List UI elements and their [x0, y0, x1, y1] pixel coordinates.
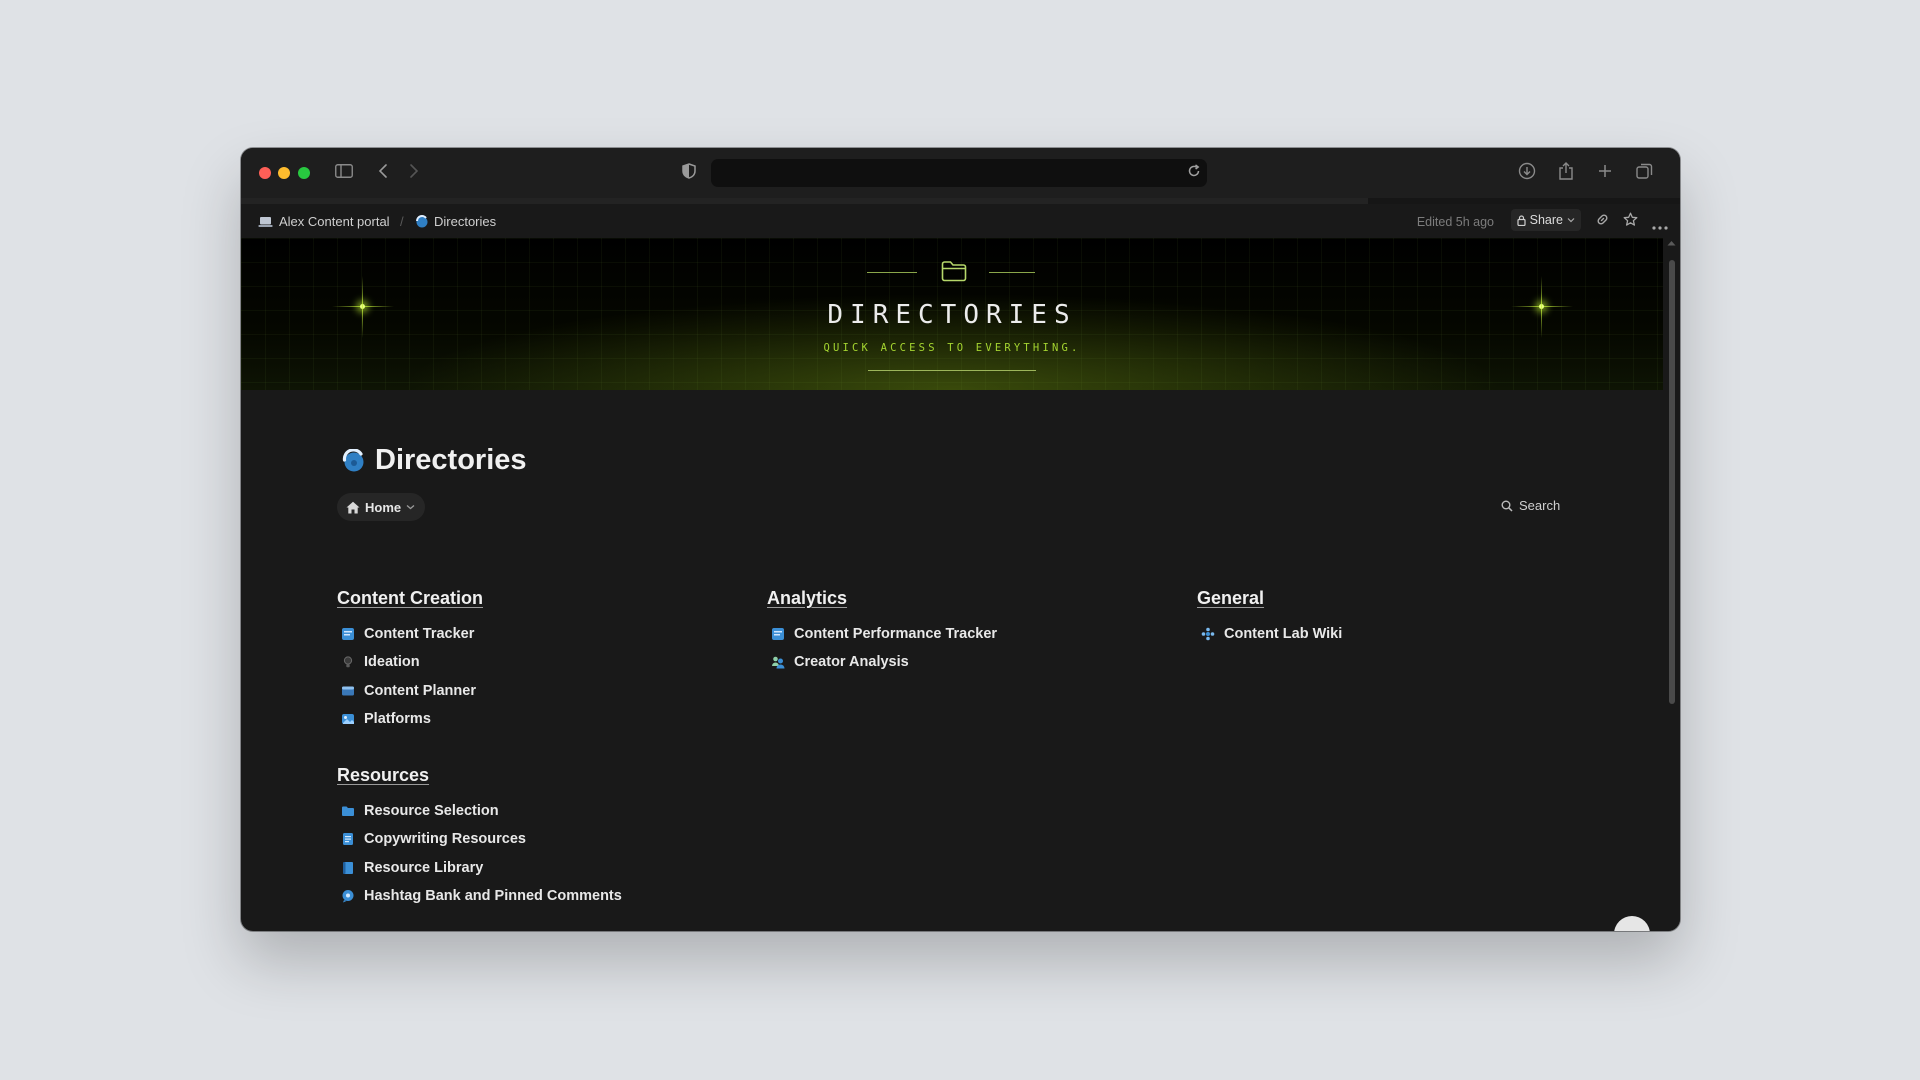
link-label: Platforms	[364, 711, 431, 728]
people-icon	[771, 655, 785, 669]
minimize-window-button[interactable]	[278, 167, 290, 179]
planner-icon	[341, 684, 355, 698]
sidebar-toggle-icon[interactable]	[333, 160, 355, 182]
link-copywriting-resources[interactable]: Copywriting Resources	[341, 825, 622, 853]
link-label: Content Tracker	[364, 626, 475, 643]
privacy-shield-icon[interactable]	[679, 160, 699, 182]
share-button[interactable]: Share	[1510, 209, 1581, 231]
link-content-performance-tracker[interactable]: Content Performance Tracker	[771, 620, 997, 648]
network-icon	[1201, 627, 1215, 641]
edited-timestamp: Edited 5h ago	[1416, 215, 1494, 229]
book-icon	[341, 861, 355, 875]
link-label: Content Performance Tracker	[794, 626, 998, 643]
address-bar[interactable]	[711, 159, 1207, 187]
link-label: Hashtag Bank and Pinned Comments	[364, 888, 622, 905]
link-resource-selection[interactable]: Resource Selection	[341, 797, 622, 825]
page-title: Directories	[341, 444, 527, 477]
comment-icon	[341, 889, 355, 903]
breadcrumb-page[interactable]: Directories	[415, 214, 496, 229]
copy-link-icon[interactable]	[1595, 212, 1610, 230]
page-topbar: Alex Content portal / Directories Edited…	[241, 204, 1680, 238]
document-icon	[341, 832, 355, 846]
banner-subtitle: QUICK ACCESS TO EVERYTHING.	[823, 342, 1081, 354]
help-icon	[1624, 930, 1640, 931]
swirl-page-icon	[342, 448, 364, 471]
breadcrumb-separator: /	[400, 214, 404, 229]
chevron-down-icon	[1567, 218, 1575, 223]
section-resources-title[interactable]: Resources	[337, 765, 429, 786]
banner-underline	[868, 370, 1036, 371]
link-label: Creator Analysis	[794, 654, 909, 671]
section-analytics-title[interactable]: Analytics	[767, 588, 847, 609]
link-label: Content Lab Wiki	[1224, 626, 1343, 643]
banner-line-right	[989, 272, 1035, 273]
breadcrumb-page-label: Directories	[434, 214, 497, 229]
database-icon	[341, 627, 355, 641]
page-title-text: Directories	[375, 444, 527, 476]
link-hashtag-bank[interactable]: Hashtag Bank and Pinned Comments	[341, 882, 622, 910]
link-resource-library[interactable]: Resource Library	[341, 854, 622, 882]
forward-arrow-icon[interactable]	[406, 160, 422, 182]
search-button[interactable]: Search	[1501, 498, 1560, 513]
breadcrumb-workspace-label: Alex Content portal	[279, 214, 390, 229]
resources-list: Resource Selection Copywriting Resources…	[341, 797, 622, 910]
favorite-star-icon[interactable]	[1623, 212, 1638, 230]
banner-title: DIRECTORIES	[827, 300, 1077, 330]
browser-window: Alex Content portal / Directories Edited…	[241, 148, 1680, 931]
help-button[interactable]	[1614, 916, 1650, 931]
tab-overview-icon[interactable]	[1634, 160, 1654, 182]
platforms-icon	[341, 712, 355, 726]
home-label: Home	[365, 499, 402, 515]
lightbulb-icon	[341, 655, 355, 669]
link-label: Resource Selection	[364, 803, 499, 820]
maximize-window-button[interactable]	[298, 167, 310, 179]
swirl-page-icon	[416, 215, 428, 228]
share-icon[interactable]	[1556, 160, 1576, 182]
link-label: Copywriting Resources	[364, 831, 526, 848]
home-icon	[346, 501, 360, 513]
chevron-down-icon	[406, 505, 415, 510]
reload-icon[interactable]	[1187, 164, 1201, 183]
banner-line-left	[867, 272, 917, 273]
share-label: Share	[1529, 213, 1563, 227]
link-creator-analysis[interactable]: Creator Analysis	[771, 648, 997, 676]
scroll-up-arrow-icon[interactable]	[1667, 240, 1676, 246]
link-platforms[interactable]: Platforms	[341, 705, 476, 733]
link-label: Content Planner	[364, 682, 476, 699]
general-list: Content Lab Wiki	[1201, 620, 1342, 648]
more-options-icon[interactable]	[1652, 218, 1668, 233]
cover-banner: DIRECTORIES QUICK ACCESS TO EVERYTHING.	[241, 238, 1663, 390]
lock-icon	[1517, 214, 1526, 226]
link-label: Ideation	[364, 654, 420, 671]
link-ideation[interactable]: Ideation	[341, 648, 476, 676]
new-tab-icon[interactable]	[1595, 160, 1615, 182]
laptop-icon	[258, 216, 273, 227]
downloads-icon[interactable]	[1517, 160, 1537, 182]
link-content-planner[interactable]: Content Planner	[341, 677, 476, 705]
search-icon	[1501, 500, 1513, 512]
search-label: Search	[1519, 498, 1561, 513]
analytics-list: Content Performance Tracker Creator Anal…	[771, 620, 997, 677]
content-creation-list: Content Tracker Ideation Content Planner…	[341, 620, 476, 733]
link-label: Resource Library	[364, 859, 484, 876]
section-content-creation-title[interactable]: Content Creation	[337, 588, 483, 609]
folder-icon	[941, 260, 967, 287]
link-content-tracker[interactable]: Content Tracker	[341, 620, 476, 648]
back-arrow-icon[interactable]	[375, 160, 391, 182]
link-content-lab-wiki[interactable]: Content Lab Wiki	[1201, 620, 1342, 648]
database-icon	[771, 627, 785, 641]
close-window-button[interactable]	[259, 167, 271, 179]
scrollbar-thumb[interactable]	[1669, 260, 1675, 704]
browser-titlebar	[241, 148, 1680, 198]
breadcrumb-workspace[interactable]: Alex Content portal	[258, 214, 390, 229]
folder-icon	[341, 804, 355, 818]
section-general-title[interactable]: General	[1197, 588, 1264, 609]
home-dropdown-button[interactable]: Home	[337, 493, 426, 521]
